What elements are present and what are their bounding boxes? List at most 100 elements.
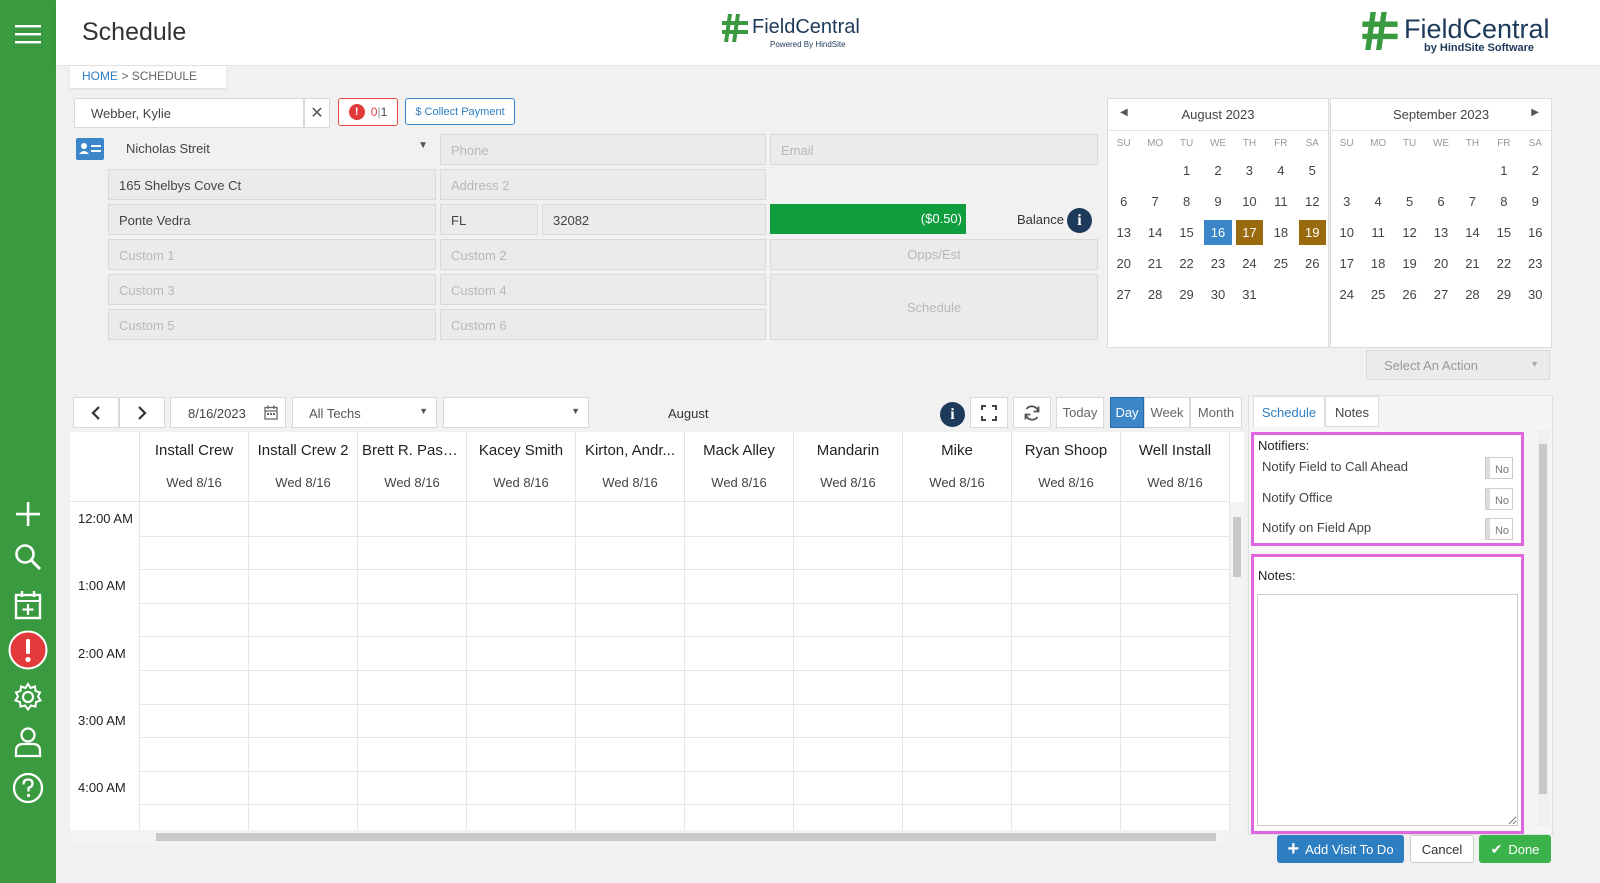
menu-icon[interactable] bbox=[0, 18, 56, 50]
clear-customer-button[interactable]: ✕ bbox=[304, 98, 330, 128]
panel-scrollbar[interactable] bbox=[1537, 430, 1549, 826]
cancel-button[interactable]: Cancel bbox=[1410, 835, 1474, 863]
collect-payment-button[interactable]: $ Collect Payment bbox=[405, 98, 515, 125]
tech-column-header[interactable]: Install Crew 2 Wed 8/16 bbox=[249, 432, 358, 502]
calendar-day[interactable]: 29 bbox=[1173, 282, 1200, 307]
email-field[interactable]: Email bbox=[770, 134, 1098, 165]
city-field[interactable]: Ponte Vedra bbox=[108, 204, 436, 235]
calendar-day[interactable]: 24 bbox=[1333, 282, 1360, 307]
calendar-day[interactable]: 1 bbox=[1490, 158, 1517, 183]
calendar-day[interactable]: 15 bbox=[1490, 220, 1517, 245]
calendar-day[interactable]: 8 bbox=[1173, 189, 1200, 214]
calendar-day[interactable]: 11 bbox=[1267, 189, 1294, 214]
calendar-day[interactable]: 26 bbox=[1396, 282, 1423, 307]
notifier-toggle[interactable]: No bbox=[1485, 487, 1513, 510]
done-button[interactable]: ✔ Done bbox=[1479, 835, 1551, 863]
calendar-day[interactable]: 19 bbox=[1396, 251, 1423, 276]
tech-column-header[interactable]: Brett R. Passi... Wed 8/16 bbox=[358, 432, 467, 502]
calendar-day[interactable]: 2 bbox=[1204, 158, 1231, 183]
calendar-icon[interactable] bbox=[264, 405, 278, 420]
calendar-day[interactable]: 21 bbox=[1459, 251, 1486, 276]
zip-field[interactable]: 32082 bbox=[542, 204, 766, 235]
calendar-day[interactable]: 12 bbox=[1299, 189, 1326, 214]
phone-field[interactable]: Phone bbox=[440, 134, 766, 165]
help-icon[interactable] bbox=[0, 770, 56, 806]
add-icon[interactable] bbox=[0, 498, 56, 530]
calendar-day[interactable]: 5 bbox=[1396, 189, 1423, 214]
date-picker-input[interactable]: 8/16/2023 bbox=[170, 397, 286, 428]
balance-info-icon[interactable]: i bbox=[1067, 208, 1092, 233]
calendar-day[interactable]: 15 bbox=[1173, 220, 1200, 245]
tech-column-header[interactable]: Kirton, Andr... Wed 8/16 bbox=[576, 432, 685, 502]
tab-notes[interactable]: Notes bbox=[1325, 396, 1379, 427]
week-view-button[interactable]: Week bbox=[1144, 397, 1190, 428]
day-view-button[interactable]: Day bbox=[1110, 397, 1144, 428]
tech-column-header[interactable]: Mike Wed 8/16 bbox=[903, 432, 1012, 502]
calendar-day[interactable]: 7 bbox=[1459, 189, 1486, 214]
select-action-dropdown[interactable]: Select An Action ▼ bbox=[1366, 350, 1550, 380]
horizontal-scrollbar[interactable] bbox=[70, 830, 1230, 844]
tech-column-header[interactable]: Mack Alley Wed 8/16 bbox=[685, 432, 794, 502]
calendar-day[interactable]: 6 bbox=[1110, 189, 1137, 214]
calendar-day[interactable]: 9 bbox=[1204, 189, 1231, 214]
calendar-day[interactable]: 18 bbox=[1364, 251, 1391, 276]
tech-column-header[interactable]: Well Install Wed 8/16 bbox=[1121, 432, 1230, 502]
calendar-day[interactable]: 18 bbox=[1267, 220, 1294, 245]
tech-column-header[interactable]: Mandarin Wed 8/16 bbox=[794, 432, 903, 502]
calendar-day[interactable]: 20 bbox=[1427, 251, 1454, 276]
calendar-day[interactable]: 12 bbox=[1396, 220, 1423, 245]
calendar-day[interactable]: 16 bbox=[1204, 220, 1232, 245]
address2-field[interactable]: Address 2 bbox=[440, 169, 766, 200]
calendar-day[interactable]: 17 bbox=[1333, 251, 1360, 276]
today-button[interactable]: Today bbox=[1056, 397, 1104, 428]
calendar-day[interactable]: 17 bbox=[1235, 220, 1264, 245]
filter-dropdown[interactable]: ▼ bbox=[443, 397, 589, 428]
add-visit-button[interactable]: + Add Visit To Do bbox=[1277, 835, 1404, 863]
techs-dropdown[interactable]: All Techs ▼ bbox=[292, 397, 437, 428]
calendar-day[interactable]: 20 bbox=[1110, 251, 1137, 276]
calendar-day[interactable]: 14 bbox=[1141, 220, 1168, 245]
scrollbar-thumb[interactable] bbox=[156, 833, 1216, 841]
custom2-field[interactable]: Custom 2 bbox=[440, 239, 766, 270]
contact-select[interactable]: Nicholas Streit ▼ bbox=[108, 134, 436, 164]
calendar-day[interactable]: 8 bbox=[1490, 189, 1517, 214]
custom3-field[interactable]: Custom 3 bbox=[108, 274, 436, 305]
tab-schedule[interactable]: Schedule bbox=[1253, 396, 1325, 427]
calendar-day[interactable]: 27 bbox=[1110, 282, 1137, 307]
state-field[interactable]: FL bbox=[440, 204, 538, 235]
calendar-day[interactable]: 10 bbox=[1236, 189, 1263, 214]
calendar-day[interactable]: 3 bbox=[1236, 158, 1263, 183]
calendar-day[interactable]: 22 bbox=[1173, 251, 1200, 276]
search-icon[interactable] bbox=[0, 540, 56, 574]
notes-textarea[interactable] bbox=[1257, 594, 1518, 826]
gear-icon[interactable] bbox=[0, 680, 56, 714]
calendar-day[interactable]: 23 bbox=[1204, 251, 1231, 276]
calendar-day[interactable]: 3 bbox=[1333, 189, 1360, 214]
alerts-button[interactable]: ! 0 | 1 bbox=[338, 98, 398, 126]
customer-name-field[interactable]: Webber, Kylie bbox=[74, 98, 304, 128]
calendar-day[interactable]: 30 bbox=[1522, 282, 1549, 307]
calendar-day[interactable]: 27 bbox=[1427, 282, 1454, 307]
breadcrumb-home-link[interactable]: HOME bbox=[82, 69, 118, 83]
calendar-day[interactable]: 5 bbox=[1299, 158, 1326, 183]
calendar-day[interactable]: 19 bbox=[1298, 220, 1326, 245]
calendar-day[interactable]: 7 bbox=[1141, 189, 1168, 214]
calendar-day[interactable]: 25 bbox=[1364, 282, 1391, 307]
custom4-field[interactable]: Custom 4 bbox=[440, 274, 766, 305]
calendar-day[interactable]: 31 bbox=[1236, 282, 1263, 307]
calendar-day[interactable]: 29 bbox=[1490, 282, 1517, 307]
notifier-toggle[interactable]: No bbox=[1485, 457, 1513, 479]
opps-est-button[interactable]: Opps/Est bbox=[770, 239, 1098, 270]
next-month-icon[interactable]: ▶ bbox=[1531, 107, 1539, 118]
custom5-field[interactable]: Custom 5 bbox=[108, 309, 436, 340]
calendar-day[interactable]: 9 bbox=[1522, 189, 1549, 214]
schedule-button[interactable]: Schedule bbox=[770, 274, 1098, 340]
scrollbar-thumb[interactable] bbox=[1233, 517, 1241, 577]
refresh-button[interactable] bbox=[1013, 397, 1051, 428]
calendar-day[interactable]: 14 bbox=[1459, 220, 1486, 245]
calendar-day[interactable]: 26 bbox=[1299, 251, 1326, 276]
calendar-day[interactable]: 28 bbox=[1459, 282, 1486, 307]
calendar-day[interactable]: 22 bbox=[1490, 251, 1517, 276]
prev-day-button[interactable] bbox=[73, 397, 119, 428]
prev-month-icon[interactable]: ◀ bbox=[1120, 107, 1128, 118]
